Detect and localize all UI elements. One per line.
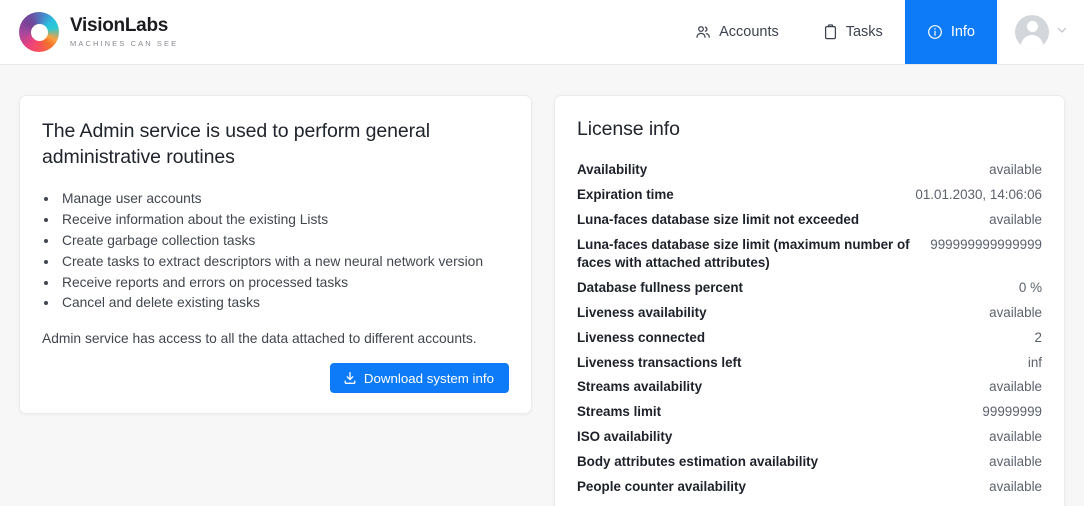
license-row-value: available xyxy=(915,375,1042,400)
license-info-table: Availability available Expiration time 0… xyxy=(577,158,1042,506)
license-row-value: available xyxy=(915,208,1042,233)
list-item: Cancel and delete existing tasks xyxy=(59,293,509,314)
license-row-key: Index availability xyxy=(577,499,915,506)
license-row-key: Luna-faces database size limit (maximum … xyxy=(577,233,915,276)
license-row-key: Liveness transactions left xyxy=(577,350,915,375)
list-item: Create tasks to extract descriptors with… xyxy=(59,252,509,273)
license-info-card: License info Availability available Expi… xyxy=(554,95,1065,506)
main-content: The Admin service is used to perform gen… xyxy=(0,65,1084,506)
license-row-value: 2 xyxy=(915,325,1042,350)
license-row-value: available xyxy=(915,425,1042,450)
table-row: Streams availability available xyxy=(577,375,1042,400)
license-row-key: Streams limit xyxy=(577,400,915,425)
license-row-value: available xyxy=(915,158,1042,183)
brand-wordmark: VisionLabs MACHINES CAN SEE xyxy=(70,16,178,48)
license-row-key: Availability xyxy=(577,158,915,183)
table-row: Database fullness percent 0 % xyxy=(577,276,1042,301)
license-row-key: Liveness connected xyxy=(577,325,915,350)
download-icon xyxy=(343,371,357,385)
nav-item-tasks[interactable]: Tasks xyxy=(801,0,905,64)
list-item: Receive reports and errors on processed … xyxy=(59,273,509,294)
brand-logo[interactable]: VisionLabs MACHINES CAN SEE xyxy=(0,0,178,64)
admin-card-note: Admin service has access to all the data… xyxy=(42,331,509,346)
license-row-key: Streams availability xyxy=(577,375,915,400)
license-row-key: People counter availability xyxy=(577,475,915,500)
table-row: Luna-faces database size limit not excee… xyxy=(577,208,1042,233)
admin-card-title: The Admin service is used to perform gen… xyxy=(42,118,509,171)
table-row: Liveness transactions left inf xyxy=(577,350,1042,375)
list-item: Manage user accounts xyxy=(59,189,509,210)
admin-service-card: The Admin service is used to perform gen… xyxy=(19,95,532,414)
table-row: Availability available xyxy=(577,158,1042,183)
license-row-value: 999999999999999 xyxy=(915,233,1042,276)
nav-item-tasks-label: Tasks xyxy=(846,24,883,40)
table-row: Liveness connected 2 xyxy=(577,325,1042,350)
visionlabs-ring-logo-icon xyxy=(19,12,59,52)
table-row: Index availability available xyxy=(577,499,1042,506)
brand-name: VisionLabs xyxy=(70,16,178,36)
table-row: Luna-faces database size limit (maximum … xyxy=(577,233,1042,276)
license-row-value: inf xyxy=(915,350,1042,375)
nav-item-info-label: Info xyxy=(951,24,975,40)
license-card-title: License info xyxy=(577,118,1042,141)
user-avatar-icon xyxy=(1015,15,1049,49)
main-navigation: Accounts Tasks Info xyxy=(673,0,1084,64)
license-row-value: available xyxy=(915,450,1042,475)
app-header: VisionLabs MACHINES CAN SEE Accounts xyxy=(0,0,1084,65)
license-row-value: available xyxy=(915,475,1042,500)
table-row: People counter availability available xyxy=(577,475,1042,500)
table-row: Liveness availability available xyxy=(577,300,1042,325)
list-item: Receive information about the existing L… xyxy=(59,210,509,231)
license-row-key: Expiration time xyxy=(577,183,915,208)
nav-item-accounts-label: Accounts xyxy=(719,24,779,40)
license-row-value: 99999999 xyxy=(915,400,1042,425)
nav-item-info[interactable]: Info xyxy=(905,0,997,64)
admin-feature-list: Manage user accounts Receive information… xyxy=(59,189,509,315)
table-row: Body attributes estimation availability … xyxy=(577,450,1042,475)
info-circle-icon xyxy=(927,24,943,40)
account-menu-button[interactable] xyxy=(997,0,1084,64)
license-row-value: available xyxy=(915,499,1042,506)
people-icon xyxy=(695,24,711,40)
license-row-key: Liveness availability xyxy=(577,300,915,325)
brand-tagline: MACHINES CAN SEE xyxy=(70,39,178,48)
list-item: Create garbage collection tasks xyxy=(59,231,509,252)
admin-card-actions: Download system info xyxy=(42,363,509,393)
license-row-value: 0 % xyxy=(915,276,1042,301)
license-row-value: available xyxy=(915,300,1042,325)
table-row: ISO availability available xyxy=(577,425,1042,450)
table-row: Expiration time 01.01.2030, 14:06:06 xyxy=(577,183,1042,208)
chevron-down-icon xyxy=(1056,23,1068,41)
license-row-key: Body attributes estimation availability xyxy=(577,450,915,475)
download-system-info-label: Download system info xyxy=(364,372,494,385)
license-row-value: 01.01.2030, 14:06:06 xyxy=(915,183,1042,208)
license-row-key: ISO availability xyxy=(577,425,915,450)
license-row-key: Luna-faces database size limit not excee… xyxy=(577,208,915,233)
download-system-info-button[interactable]: Download system info xyxy=(330,363,509,393)
license-row-key: Database fullness percent xyxy=(577,276,915,301)
nav-item-accounts[interactable]: Accounts xyxy=(673,0,801,64)
table-row: Streams limit 99999999 xyxy=(577,400,1042,425)
clipboard-icon xyxy=(823,24,838,40)
